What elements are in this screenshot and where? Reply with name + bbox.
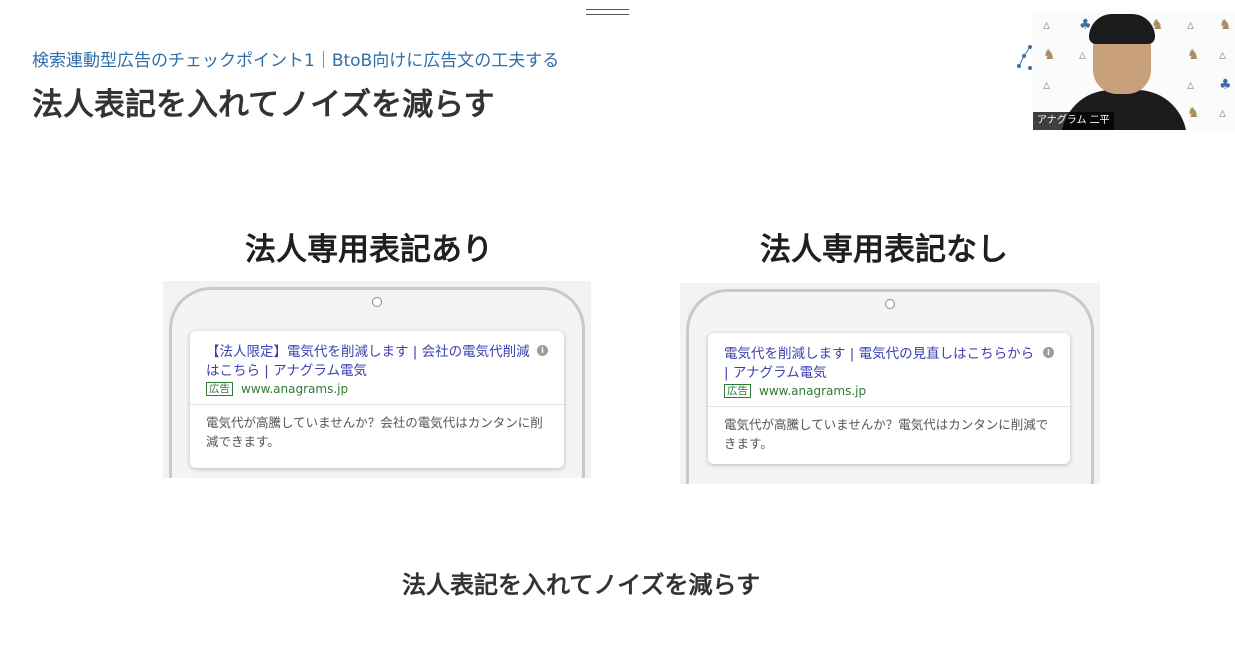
divider [190,404,564,405]
participant-hair [1089,14,1155,44]
triangle-pattern-icon: ▵ [1219,47,1227,63]
phone-camera-icon [372,297,382,307]
ad-headline-text[interactable]: 電気代を削減します | 電気代の見直しはこちらから | アナグラム電気 [724,346,1034,381]
ad-badge: 広告 [206,382,233,396]
bunny-icon: ♞ [1219,17,1232,33]
triangle-pattern-icon: ▵ [1043,77,1051,93]
phone-camera-icon [885,299,895,309]
participant-video-tile[interactable]: ▵ ♣ ♞ ▵ ♞ ♞ ▵ ♞ ▵ ▵ ▵ ♣ ♞ ▵ アナグラム 二平 [1033,10,1235,130]
slide-caption: 法人表記を入れてノイズを減らす [402,571,761,599]
ad-url[interactable]: www.anagrams.jp [241,382,348,396]
triangle-pattern-icon: ▵ [1219,105,1227,121]
divider [708,406,1070,407]
search-ad-card[interactable]: 電気代を削減します | 電気代の見直しはこちらから | アナグラム電気 i 広告… [708,333,1070,464]
ad-url-row: 広告 www.anagrams.jp [206,382,548,396]
info-icon[interactable]: i [537,345,548,356]
ad-headline-text[interactable]: 【法人限定】電気代を削減します | 会社の電気代削減はこちら | アナグラム電気 [206,344,530,379]
slide-title: 法人表記を入れてノイズを減らす [32,87,495,123]
bunny-icon: ♞ [1187,47,1200,63]
triangle-pattern-icon: ▵ [1079,47,1087,63]
ad-headline[interactable]: 【法人限定】電気代を削減します | 会社の電気代削減はこちら | アナグラム電気… [206,343,548,381]
triangle-pattern-icon: ▵ [1043,17,1051,33]
triangle-pattern-icon: ▵ [1187,77,1195,93]
ad-badge: 広告 [724,384,751,398]
participant-name-label: アナグラム 二平 [1033,112,1114,130]
info-icon[interactable]: i [1043,347,1054,358]
panel-label-with-corporate: 法人専用表記あり [245,232,493,268]
bunny-icon: ♞ [1187,105,1200,121]
ad-url[interactable]: www.anagrams.jp [759,384,866,398]
ad-description: 電気代が高騰していませんか？会社の電気代はカンタンに削減できます。 [206,415,543,449]
phone-mockup-left: 【法人限定】電気代を削減します | 会社の電気代削減はこちら | アナグラム電気… [163,281,591,478]
phone-mockup-right: 電気代を削減します | 電気代の見直しはこちらから | アナグラム電気 i 広告… [680,283,1100,484]
network-dots-icon [1017,45,1032,70]
bunny-icon: ♞ [1043,47,1056,63]
ad-headline[interactable]: 電気代を削減します | 電気代の見直しはこちらから | アナグラム電気 i [724,345,1054,383]
window-drag-handle[interactable] [586,9,629,15]
mascot-icon: ♣ [1219,77,1232,93]
ad-description: 電気代が高騰していませんか？電気代はカンタンに削減できます。 [724,417,1049,451]
ad-url-row: 広告 www.anagrams.jp [724,384,1054,398]
triangle-pattern-icon: ▵ [1187,17,1195,33]
panel-label-without-corporate: 法人専用表記なし [760,232,1008,268]
slide-subtitle: 検索連動型広告のチェックポイント1｜BtoB向けに広告文の工夫する [32,51,560,71]
search-ad-card[interactable]: 【法人限定】電気代を削減します | 会社の電気代削減はこちら | アナグラム電気… [190,331,564,468]
